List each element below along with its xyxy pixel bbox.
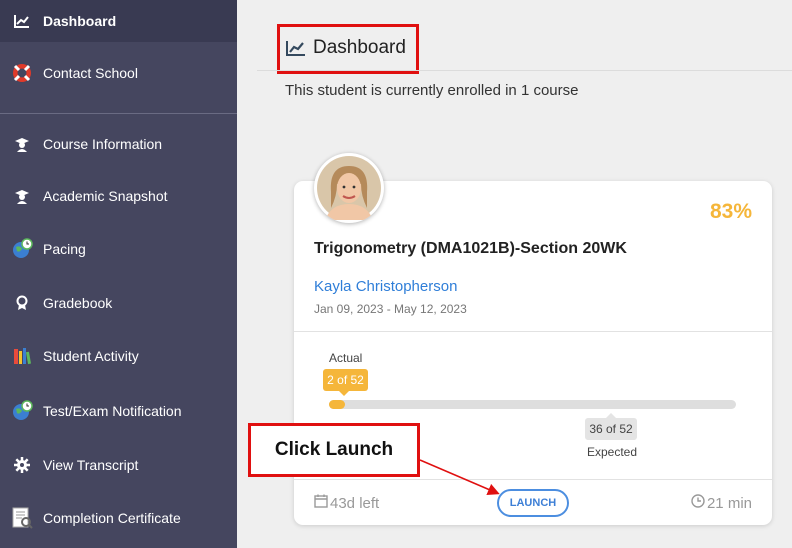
teacher-avatar [314, 153, 384, 223]
header-divider [257, 70, 792, 71]
actual-progress-badge: 2 of 52 [323, 369, 368, 396]
teacher-link[interactable]: Kayla Christopherson [314, 278, 457, 295]
annotation-callout: Click Launch [248, 423, 420, 477]
course-title: Trigonometry (DMA1021B)-Section 20WK [314, 240, 627, 257]
sidebar-divider [0, 113, 237, 114]
card-divider [294, 331, 772, 332]
time-left-text: 21 min [706, 494, 752, 512]
sidebar-item-label: Academic Snapshot [43, 188, 168, 204]
sidebar-item-label: Completion Certificate [43, 510, 181, 526]
sidebar-item-pacing[interactable]: Pacing [0, 228, 237, 270]
chart-line-icon [11, 10, 33, 32]
sidebar-item-dashboard[interactable]: Dashboard [0, 0, 237, 42]
sidebar-item-view-transcript[interactable]: View Transcript [0, 444, 237, 486]
lifebuoy-icon [11, 62, 33, 84]
actual-label: Actual [329, 351, 363, 365]
calendar-icon [314, 494, 328, 512]
sidebar: Dashboard Contact School Course Informat… [0, 0, 237, 548]
launch-button[interactable]: LAUNCH [497, 489, 569, 517]
award-icon [11, 292, 33, 314]
sidebar-item-course-information[interactable]: Course Information [0, 123, 237, 165]
course-dates: Jan 09, 2023 - May 12, 2023 [314, 302, 467, 316]
globe-clock-icon [11, 238, 33, 260]
sidebar-item-test-exam-notification[interactable]: Test/Exam Notification [0, 390, 237, 432]
days-left: 43d left [314, 494, 379, 512]
sidebar-item-label: Dashboard [43, 13, 117, 29]
days-left-text: 43d left [330, 494, 380, 512]
annotation-highlight-box [277, 24, 419, 74]
sidebar-item-academic-snapshot[interactable]: Academic Snapshot [0, 175, 237, 217]
globe-clock-icon [11, 400, 33, 422]
time-left: 21 min [691, 494, 752, 512]
graduate-icon [11, 133, 33, 155]
expected-label: Expected [587, 445, 638, 459]
course-grade-percent: 83% [709, 200, 752, 223]
sidebar-item-label: Contact School [43, 65, 138, 81]
sidebar-item-label: View Transcript [43, 457, 139, 473]
clock-icon [691, 494, 705, 512]
sidebar-item-gradebook[interactable]: Gradebook [0, 282, 237, 324]
sidebar-item-label: Course Information [43, 136, 163, 152]
graduate-icon [11, 185, 33, 207]
progress-fill [329, 400, 345, 409]
sidebar-item-label: Student Activity [43, 348, 139, 364]
sidebar-item-completion-certificate[interactable]: Completion Certificate [0, 497, 237, 539]
enrollment-summary: This student is currently enrolled in 1 … [285, 82, 579, 99]
sidebar-item-label: Test/Exam Notification [43, 403, 182, 419]
expected-progress-badge: 36 of 52 [585, 413, 637, 440]
sidebar-item-contact-school[interactable]: Contact School [0, 52, 237, 94]
progress-track [329, 400, 736, 409]
sidebar-item-label: Gradebook [43, 295, 113, 311]
certificate-icon [11, 507, 33, 529]
sidebar-item-label: Pacing [43, 241, 86, 257]
gear-icon [11, 454, 33, 476]
books-icon [11, 345, 33, 367]
card-divider [294, 479, 772, 480]
sidebar-item-student-activity[interactable]: Student Activity [0, 335, 237, 377]
